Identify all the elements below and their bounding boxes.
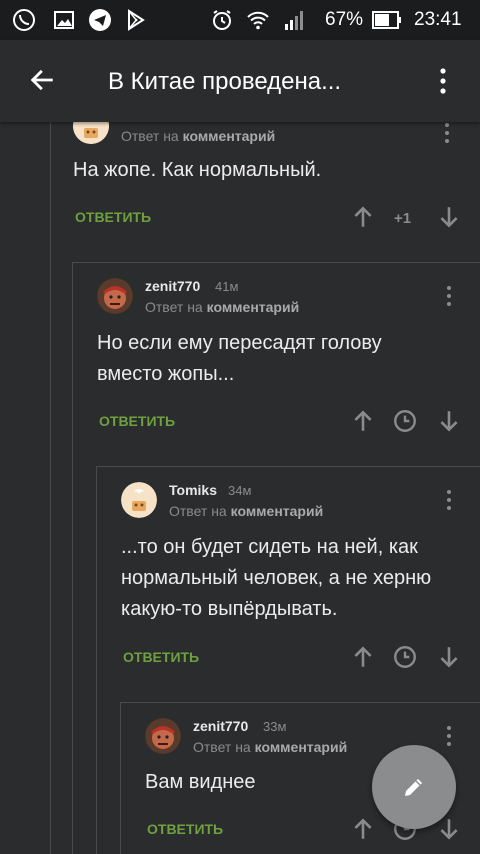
play-store-icon — [128, 9, 145, 31]
comments-thread: Ответ на комментарий На жопе. Как нормал… — [0, 122, 480, 854]
arrow-back-icon[interactable] — [28, 66, 56, 94]
reply-target-link[interactable]: комментарий — [183, 128, 276, 144]
thread-line — [72, 262, 73, 854]
reply-meta: Ответ на комментарий — [145, 299, 300, 315]
wifi-icon — [247, 11, 269, 30]
signal-icon — [285, 11, 303, 30]
avatar[interactable] — [121, 482, 157, 518]
arrow-up-icon[interactable] — [350, 408, 376, 434]
reply-meta: Ответ на комментарий — [121, 128, 276, 144]
battery-percent: 67% — [325, 9, 364, 30]
more-vertical-icon[interactable] — [444, 285, 454, 309]
comment-time: 33м — [263, 719, 287, 734]
clock-time: 23:41 — [414, 9, 462, 30]
reply-button[interactable]: ОТВЕТИТЬ — [123, 649, 199, 665]
viber-icon — [13, 9, 35, 31]
page-title: В Китае проведена... — [108, 68, 342, 95]
thread-line — [50, 122, 51, 854]
more-vertical-icon[interactable] — [444, 489, 454, 513]
arrow-up-icon[interactable] — [350, 816, 376, 842]
write-comment-button[interactable] — [372, 745, 456, 829]
avatar-image — [121, 482, 157, 518]
comment-text: Вам виднее — [145, 771, 256, 793]
divider — [120, 702, 480, 703]
rating-value: +1 — [394, 210, 412, 227]
divider — [72, 262, 480, 263]
arrow-down-icon[interactable] — [436, 408, 462, 434]
reply-target-link[interactable]: комментарий — [207, 299, 300, 315]
avatar[interactable] — [73, 122, 109, 144]
reply-button[interactable]: ОТВЕТИТЬ — [99, 413, 175, 429]
image-icon — [54, 11, 74, 29]
reply-button[interactable]: ОТВЕТИТЬ — [147, 821, 223, 837]
alarm-icon — [213, 10, 231, 30]
more-vertical-icon[interactable] — [444, 725, 454, 749]
reply-button[interactable]: ОТВЕТИТЬ — [75, 209, 151, 225]
thread-line — [96, 466, 97, 854]
battery-icon — [372, 11, 401, 29]
reply-target-link[interactable]: комментарий — [255, 739, 348, 755]
pencil-icon — [405, 779, 422, 796]
comment-text: На жопе. Как нормальный. — [73, 159, 322, 181]
username[interactable]: zenit770 — [145, 278, 200, 294]
telegram-icon — [89, 9, 111, 31]
thread-line — [120, 702, 121, 854]
username[interactable]: zenit770 — [193, 718, 248, 734]
arrow-down-icon[interactable] — [436, 644, 462, 670]
avatar-image — [97, 278, 133, 314]
reply-meta: Ответ на комментарий — [193, 739, 348, 755]
divider — [96, 466, 480, 467]
clock-icon — [394, 410, 416, 432]
avatar-image — [73, 122, 109, 144]
comment-time: 41м — [215, 279, 239, 294]
username[interactable]: Tomiks — [169, 482, 217, 498]
arrow-up-icon[interactable] — [350, 204, 376, 230]
arrow-up-icon[interactable] — [350, 644, 376, 670]
reply-target-link[interactable]: комментарий — [231, 503, 324, 519]
avatar-image — [145, 718, 181, 754]
comment-time: 34м — [228, 483, 252, 498]
more-vertical-icon[interactable] — [438, 67, 448, 95]
clock-icon — [394, 646, 416, 668]
comment-text: ...то он будет сидеть на ней, как нормал… — [121, 536, 432, 620]
app-bar: В Китае проведена... — [0, 40, 480, 122]
more-vertical-icon[interactable] — [442, 122, 452, 146]
avatar[interactable] — [97, 278, 133, 314]
status-bar: 67% 23:41 — [0, 0, 480, 40]
avatar[interactable] — [145, 718, 181, 754]
arrow-down-icon[interactable] — [436, 204, 462, 230]
comment-text: Но если ему пересадят голову вместо жопы… — [97, 332, 382, 385]
reply-meta: Ответ на комментарий — [169, 503, 324, 519]
